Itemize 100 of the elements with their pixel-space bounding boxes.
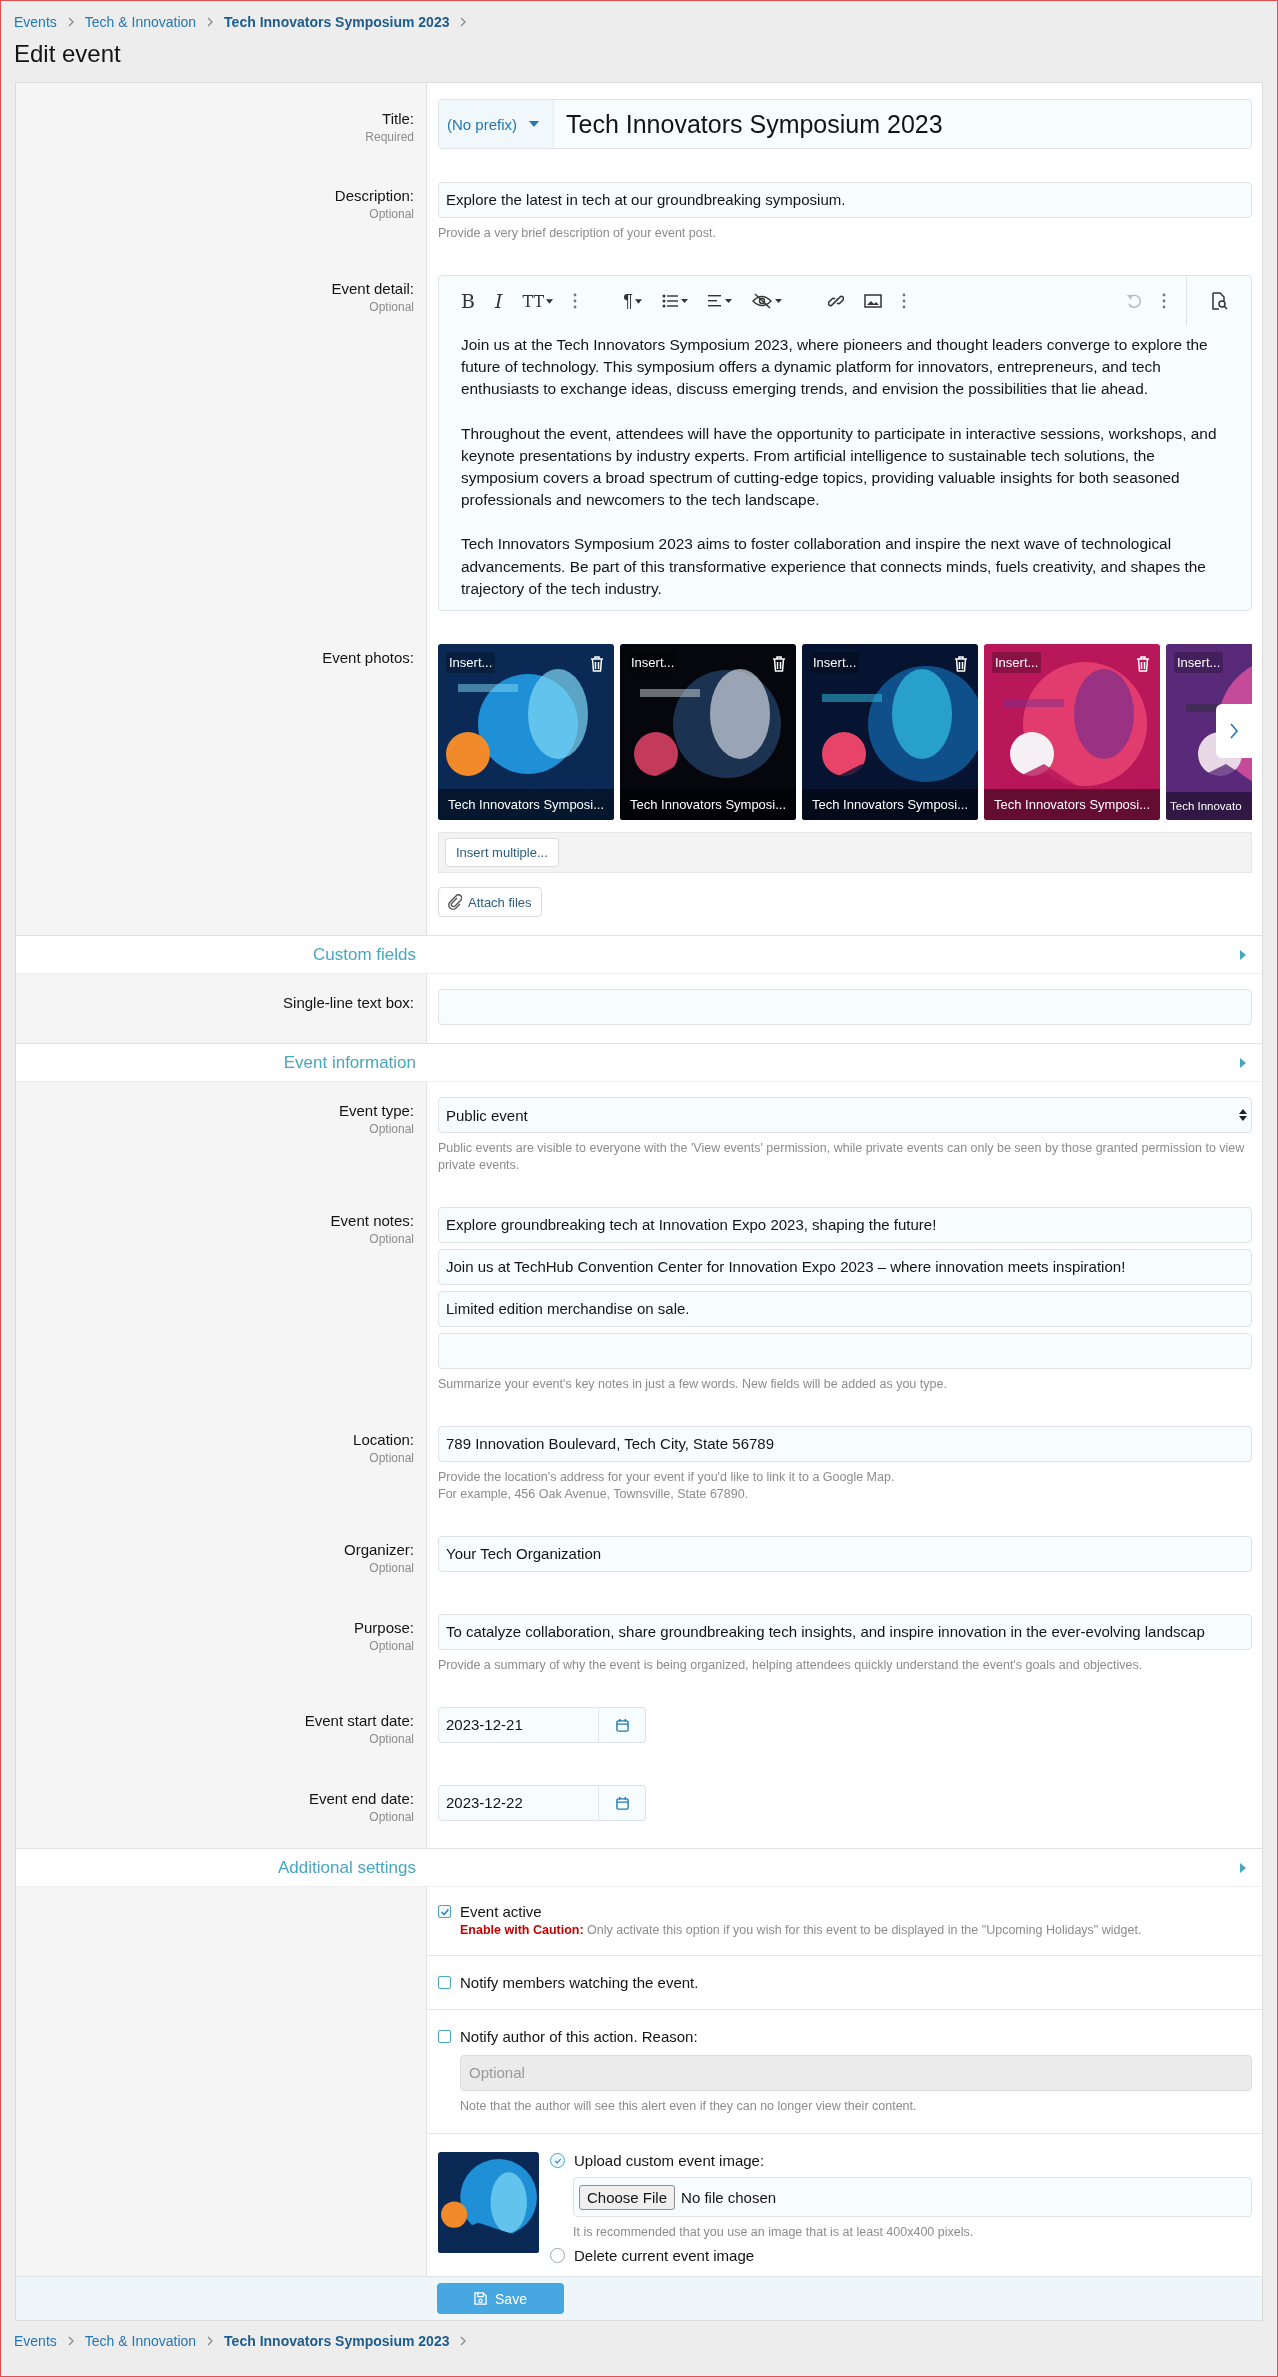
- note-field[interactable]: [438, 1333, 1252, 1370]
- breadcrumb-link[interactable]: Events: [14, 2333, 57, 2350]
- help-text: Provide a summary of why the event is being organized, helping attendees quickly understand the event's goals and objectives.: [438, 1657, 1144, 1675]
- field-hint: Optional: [369, 300, 414, 314]
- prefix-dropdown[interactable]: (No prefix): [439, 100, 554, 148]
- caret-icon: [634, 298, 642, 304]
- more-icon[interactable]: [573, 293, 578, 309]
- help-text: It is recommended that you use an image that is at least 400x400 pixels.: [573, 2224, 975, 2242]
- field-label: Single-line text box:: [283, 994, 414, 1012]
- trash-icon[interactable]: [1136, 656, 1150, 673]
- next-button[interactable]: [1216, 704, 1252, 759]
- field-hint: Optional: [369, 1451, 414, 1466]
- field-hint: Optional: [369, 207, 414, 221]
- text-field[interactable]: [438, 989, 1252, 1026]
- image-icon[interactable]: [863, 294, 882, 308]
- calendar-button[interactable]: [599, 1785, 646, 1822]
- insert-button[interactable]: Insert...: [446, 652, 496, 674]
- link-icon[interactable]: [827, 293, 844, 309]
- field-label: Description:: [334, 187, 414, 204]
- insert-button[interactable]: Insert...: [992, 652, 1042, 674]
- editor-paragraph: Tech Innovators Symposium 2023 aims to foster collaboration and inspire the next wave of technological advancements. Be part of this transformative experience that connects minds, fuels creativity, and shapes the trajectory of the tech industry.: [461, 534, 1207, 599]
- italic-button[interactable]: I: [494, 290, 503, 312]
- file-input[interactable]: Choose File No file chosen: [573, 2177, 1252, 2218]
- title-field[interactable]: (No prefix) Tech Innovators Symposium 2023: [438, 99, 1252, 149]
- list-icon[interactable]: [661, 294, 688, 308]
- more-icon[interactable]: [901, 293, 906, 309]
- checkbox[interactable]: [438, 1976, 451, 1990]
- note-field[interactable]: Explore groundbreaking tech at Innovation Expo 2023, shaping the future!: [438, 1207, 1252, 1244]
- breadcrumb-link[interactable]: Tech Innovators Symposium 2023: [224, 2333, 450, 2350]
- field-label: Event end date:: [308, 1790, 414, 1808]
- field-hint: Optional: [369, 1732, 414, 1747]
- photo-thumbnail[interactable]: Insert... Tech Innovators Symposi...: [620, 644, 796, 821]
- page-title: Edit event: [14, 40, 122, 68]
- sort-arrows-icon: [1239, 1109, 1247, 1122]
- field-label: Event type:: [338, 1102, 414, 1120]
- rich-text-editor[interactable]: [438, 275, 1252, 612]
- paperclip-icon: [448, 894, 462, 911]
- radio-label: Upload custom event image:: [574, 2152, 765, 2170]
- help-text: Provide the location's address for your event if you'd like to link it to a Google Map.: [438, 1469, 896, 1487]
- trash-icon[interactable]: [590, 656, 604, 673]
- paragraph-button[interactable]: ¶: [623, 290, 642, 312]
- chevron-icon: [66, 2336, 75, 2347]
- chevron-icon: [459, 2336, 468, 2347]
- chevron-icon: [206, 17, 215, 27]
- chevron-icon: [66, 17, 75, 27]
- option-note: Note that the author will see this alert even if they can no longer view their content.: [460, 2098, 918, 2116]
- breadcrumb-link[interactable]: Events: [14, 14, 57, 30]
- description-field[interactable]: Explore the latest in tech at our groundbreaking symposium.: [438, 182, 1252, 218]
- note-field[interactable]: Join us at TechHub Convention Center for Innovation Expo 2023 – where innovation meets inspiration!: [438, 1249, 1252, 1286]
- text-field[interactable]: 789 Innovation Boulevard, Tech City, State 56789: [438, 1426, 1252, 1463]
- trash-icon[interactable]: [772, 656, 786, 673]
- field-label: Organizer:: [343, 1541, 414, 1559]
- text-field[interactable]: To catalyze collaboration, share groundbreaking tech insights, and inspire innovation in the ever-evolving landscap: [438, 1614, 1252, 1651]
- insert-multiple-button[interactable]: Insert multiple...: [445, 838, 559, 868]
- select-field[interactable]: Public event: [438, 1097, 1252, 1134]
- radio-label: Delete current event image: [574, 2247, 755, 2265]
- checkbox[interactable]: [438, 2030, 451, 2044]
- photo-thumbnail[interactable]: Insert... Tech Innovators Symposi...: [802, 644, 978, 821]
- align-icon[interactable]: [707, 294, 732, 308]
- trash-icon[interactable]: [954, 656, 968, 673]
- photo-thumbnail[interactable]: Insert... Tech Innovators Symposi...: [438, 644, 614, 821]
- field-hint: Optional: [369, 1561, 414, 1576]
- chevron-icon: [459, 17, 468, 27]
- option-note: Enable with Caution: Only activate this option if you wish for this event to be displayed in the "Upcoming Holidays" widget.: [460, 1923, 1143, 1938]
- date-field[interactable]: 2023-12-22: [438, 1785, 599, 1822]
- calendar-icon: [615, 1718, 629, 1732]
- checkbox-label: Notify author of this action. Reason:: [460, 2028, 698, 2046]
- editor-paragraph: Join us at the Tech Innovators Symposium 2023, where pioneers and thought leaders converge to explore the future of technology. This symposium offers a dynamic platform for innovators, entrepreneurs, and tech enthusiasts to exchange ideas, discuss emerging trends, and envision the possibilities that lie ahead.: [461, 335, 1209, 400]
- save-icon: [474, 2292, 488, 2306]
- hidden-eye-icon[interactable]: [751, 293, 782, 309]
- field-hint: Optional: [369, 1122, 414, 1137]
- text-size-button[interactable]: TT: [522, 291, 554, 311]
- checkbox[interactable]: [438, 1905, 451, 1919]
- text-field[interactable]: Your Tech Organization: [438, 1536, 1252, 1573]
- insert-button[interactable]: Insert...: [810, 652, 860, 674]
- radio-button[interactable]: [550, 2153, 565, 2169]
- field-label: Event photos:: [322, 649, 414, 667]
- note-field[interactable]: Limited edition merchandise on sale.: [438, 1291, 1252, 1328]
- attach-files-button[interactable]: Attach files: [438, 887, 542, 918]
- field-label: Title:: [382, 110, 414, 127]
- photo-caption: Tech Innovators Symposi...: [620, 789, 796, 821]
- photo-caption: Tech Innovators Symposi...: [438, 789, 614, 821]
- bold-button[interactable]: B: [461, 290, 475, 312]
- help-text: Summarize your event's key notes in just a few words. New fields will be added as you type.: [438, 1376, 948, 1394]
- breadcrumb-link[interactable]: Tech Innovators Symposium 2023: [224, 14, 450, 30]
- photo-thumbnail[interactable]: Insert... Tech Innovators Symposi...: [984, 644, 1160, 821]
- breadcrumb-link[interactable]: Tech & Innovation: [84, 2333, 197, 2350]
- radio-button[interactable]: [550, 2248, 565, 2264]
- calendar-button[interactable]: [599, 1707, 646, 1744]
- field-hint: Optional: [369, 1639, 414, 1654]
- help-text: Public events are visible to everyone with the 'View events' permission, while private events can only be seen by those granted permission to view private events.: [438, 1140, 1246, 1175]
- field-label: Event detail:: [331, 280, 414, 297]
- more-icon[interactable]: [1162, 293, 1166, 309]
- triangle-icon: [1240, 949, 1246, 960]
- insert-button[interactable]: Insert...: [1174, 652, 1224, 674]
- insert-button[interactable]: Insert...: [628, 652, 678, 674]
- date-field[interactable]: 2023-12-21: [438, 1707, 599, 1744]
- field-label: Purpose:: [353, 1619, 414, 1637]
- breadcrumb-link[interactable]: Tech & Innovation: [84, 14, 197, 30]
- caret-icon: [546, 298, 554, 304]
